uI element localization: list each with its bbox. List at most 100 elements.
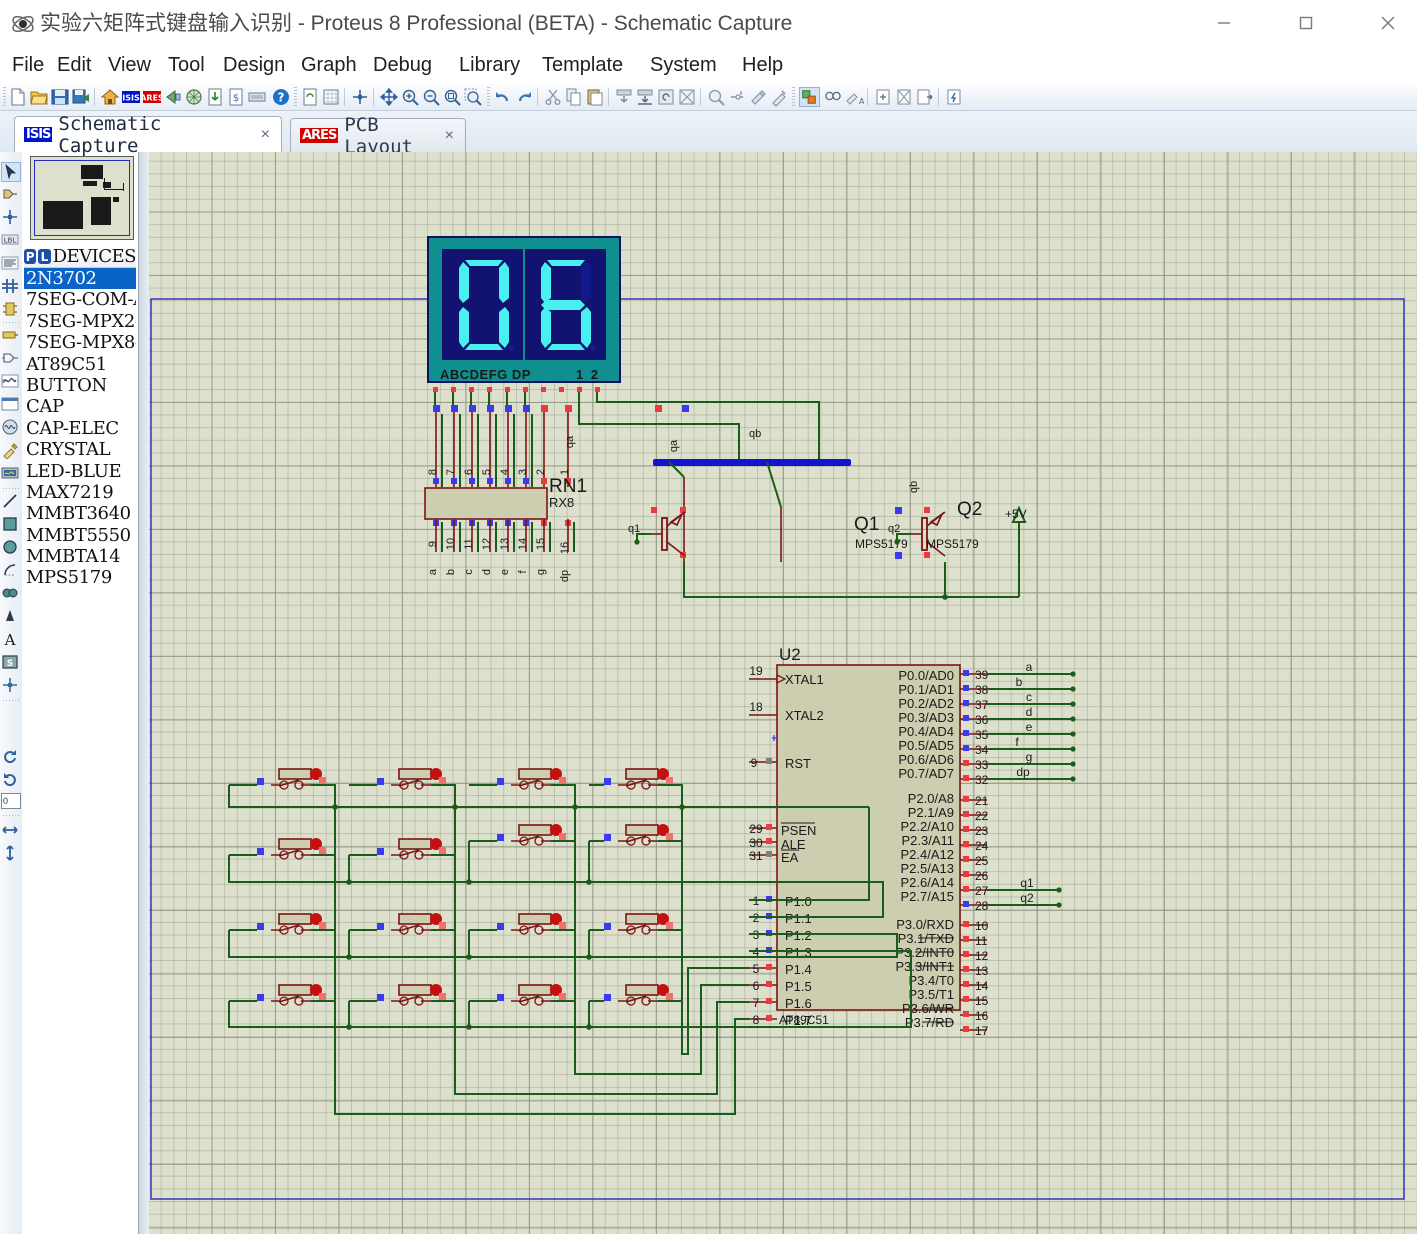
keypad-row-4[interactable] [228, 984, 869, 1030]
circle-tool-icon[interactable] [1, 538, 21, 558]
new-icon[interactable] [8, 87, 29, 107]
close-button[interactable] [1354, 0, 1417, 46]
block-delete-icon[interactable] [677, 87, 698, 107]
path-tool-icon[interactable] [1, 584, 21, 604]
buses-icon[interactable] [1, 277, 21, 297]
device-item-crystal[interactable]: CRYSTAL [24, 439, 136, 460]
block-copy-icon[interactable] [614, 87, 635, 107]
rotate-cw-icon[interactable] [1, 748, 21, 768]
device-pin-icon[interactable] [1, 349, 21, 369]
menu-file[interactable]: File [5, 50, 51, 83]
make-device-icon[interactable] [727, 87, 748, 107]
bom-icon[interactable] [163, 87, 184, 107]
marker-tool-icon[interactable] [1, 607, 21, 627]
ares-icon[interactable]: ARES [142, 87, 163, 107]
device-item-7seg-mpx8[interactable]: 7SEG-MPX8- [24, 332, 136, 353]
tape-recorder-icon[interactable] [1, 395, 21, 415]
wire-autorouter-icon[interactable] [799, 87, 820, 107]
text-tool-icon[interactable]: A [1, 630, 21, 650]
line-tool-icon[interactable] [1, 492, 21, 512]
device-item-mps5179[interactable]: MPS5179 [24, 567, 136, 588]
generator-icon[interactable] [1, 418, 21, 438]
device-item-max7219[interactable]: MAX7219 [24, 482, 136, 503]
maximize-button[interactable] [1272, 0, 1340, 46]
origin-marker-icon[interactable] [1, 676, 21, 696]
zoom-out-icon[interactable] [421, 87, 442, 107]
billing-icon[interactable]: $ [226, 87, 247, 107]
refresh-icon[interactable] [300, 87, 321, 107]
block-rotate-icon[interactable] [656, 87, 677, 107]
menu-design[interactable]: Design [216, 50, 292, 83]
minimize-button[interactable] [1190, 0, 1258, 46]
device-item-led-blue[interactable]: LED-BLUE [24, 461, 136, 482]
voltage-probe-icon[interactable] [1, 441, 21, 461]
block-move-icon[interactable] [635, 87, 656, 107]
menu-help[interactable]: Help [735, 50, 790, 83]
virtual-instrument-icon[interactable] [1, 464, 21, 484]
exit-sheet-icon[interactable] [915, 87, 936, 107]
pick-devices-icon[interactable]: P [24, 249, 37, 264]
tab-schematic-capture[interactable]: ISIS Schematic Capture × [14, 113, 282, 157]
design-explorer-icon[interactable] [247, 87, 268, 107]
wire-label-icon[interactable]: LBL [1, 231, 21, 251]
menu-debug[interactable]: Debug [366, 50, 439, 83]
device-item-cap[interactable]: CAP [24, 396, 136, 417]
device-item-mmbta14[interactable]: MMBTA14 [24, 546, 136, 567]
bus-bar[interactable] [653, 459, 851, 466]
device-item-cap-elec[interactable]: CAP-ELEC [24, 418, 136, 439]
junction-dot-icon[interactable] [1, 208, 21, 228]
menu-graph[interactable]: Graph [294, 50, 364, 83]
mirror-horizontal-icon[interactable] [1, 821, 21, 841]
rotate-ccw-icon[interactable] [1, 771, 21, 791]
pick-device-icon[interactable] [706, 87, 727, 107]
subcircuit-icon[interactable] [1, 300, 21, 320]
transistor-q1[interactable]: qa q1 Q1 MPS5179 [628, 439, 908, 562]
pan-icon[interactable] [379, 87, 400, 107]
component-mode-icon[interactable] [1, 185, 21, 205]
import-icon[interactable] [205, 87, 226, 107]
devices-list[interactable]: 2N3702 7SEG-COM-A 7SEG-MPX2- 7SEG-MPX8- … [24, 268, 136, 588]
selection-mode-icon[interactable] [1, 162, 21, 182]
device-item-mmbt5550[interactable]: MMBT5550 [24, 525, 136, 546]
keypad-row-1[interactable] [228, 768, 869, 810]
schematic-overview-preview[interactable] [30, 156, 134, 240]
home-icon[interactable] [100, 87, 121, 107]
schematic-drawing[interactable]: ABCDEFG DP 1 2 8 7 6 5 4 3 2 1 RN1 RX8 9… [139, 152, 1417, 1234]
menu-edit[interactable]: Edit [50, 50, 98, 83]
library-manager-icon[interactable]: L [38, 249, 51, 264]
menu-library[interactable]: Library [452, 50, 527, 83]
save-exit-icon[interactable] [71, 87, 92, 107]
box-tool-icon[interactable] [1, 515, 21, 535]
grid-icon[interactable] [321, 87, 342, 107]
text-script-icon[interactable] [1, 254, 21, 274]
origin-icon[interactable] [350, 87, 371, 107]
tab-pcb-layout[interactable]: ARES PCB Layout × [290, 114, 466, 158]
schematic-canvas[interactable]: ABCDEFG DP 1 2 8 7 6 5 4 3 2 1 RN1 RX8 9… [139, 152, 1417, 1234]
rotation-field[interactable]: 0 [1, 793, 21, 809]
menu-system[interactable]: System [643, 50, 724, 83]
menu-template[interactable]: Template [535, 50, 630, 83]
zoom-area-icon[interactable] [463, 87, 484, 107]
terminals-icon[interactable] [1, 326, 21, 346]
device-item-button[interactable]: BUTTON [24, 375, 136, 396]
remove-sheet-icon[interactable] [894, 87, 915, 107]
redo-icon[interactable] [514, 87, 535, 107]
arc-tool-icon[interactable] [1, 561, 21, 581]
help-icon[interactable]: ? [271, 87, 292, 107]
new-sheet-icon[interactable] [873, 87, 894, 107]
seven-segment-display[interactable]: ABCDEFG DP 1 2 [427, 236, 621, 383]
property-assign-icon[interactable]: A [844, 87, 865, 107]
3dview-icon[interactable] [184, 87, 205, 107]
open-icon[interactable] [29, 87, 50, 107]
mcu-u2[interactable]: U2 AT89C51 19 XTAL1 18 XTAL2 9 RST 29 PS… [749, 645, 1076, 1038]
save-icon[interactable] [50, 87, 71, 107]
device-item-7seg-mpx2[interactable]: 7SEG-MPX2- [24, 311, 136, 332]
zoom-in-icon[interactable] [400, 87, 421, 107]
tab-pcb-layout-close-icon[interactable]: × [443, 127, 456, 145]
undo-icon[interactable] [493, 87, 514, 107]
search-tag-icon[interactable] [823, 87, 844, 107]
device-item-mmbt3640[interactable]: MMBT3640 [24, 503, 136, 524]
copy-icon[interactable] [564, 87, 585, 107]
cut-icon[interactable] [543, 87, 564, 107]
zoom-all-icon[interactable] [442, 87, 463, 107]
